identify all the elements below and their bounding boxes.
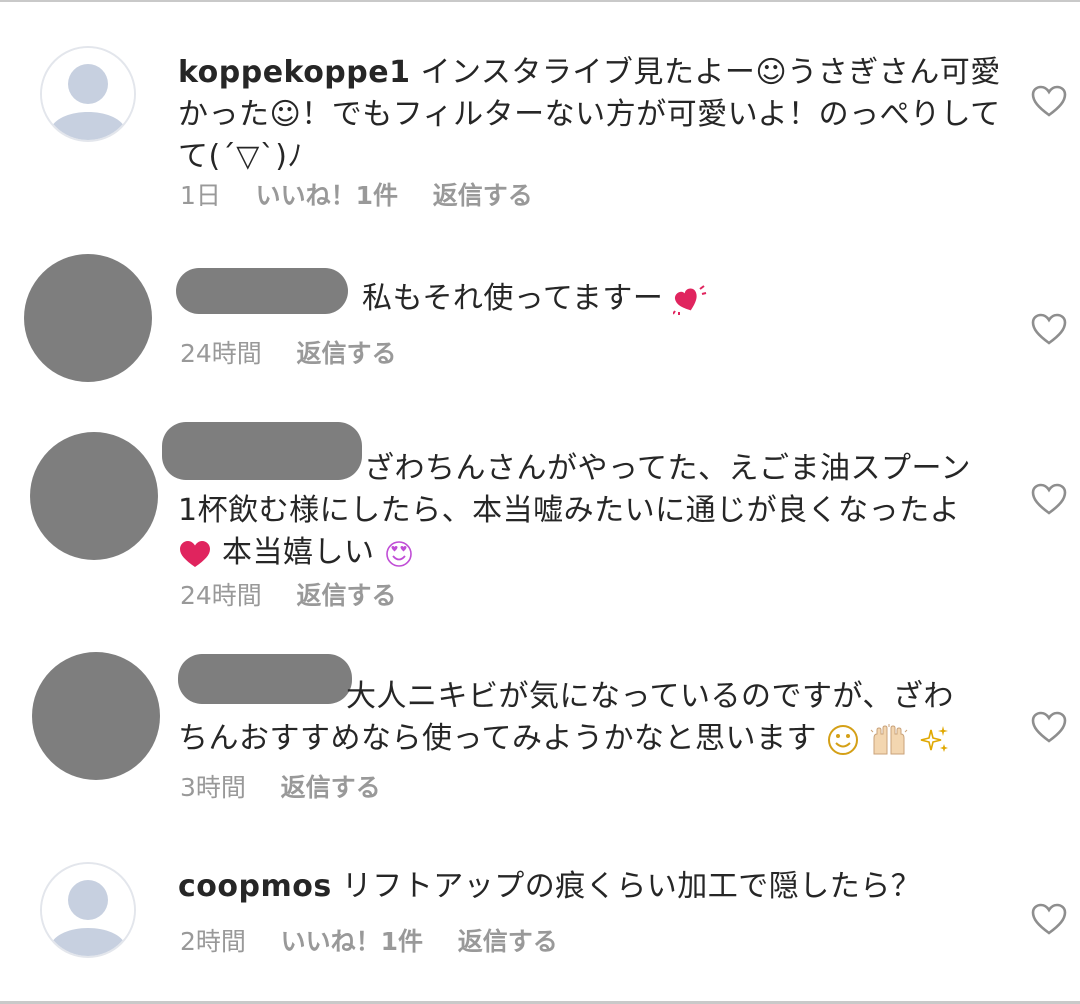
comment-time: 1日 bbox=[180, 181, 221, 210]
default-avatar-icon bbox=[42, 48, 134, 140]
likes-count-link[interactable]: いいね！1件 bbox=[256, 181, 398, 210]
comment-time: 24時間 bbox=[180, 581, 262, 610]
comment-meta: 2時間 いいね！1件 返信する bbox=[180, 922, 584, 958]
comment-time: 24時間 bbox=[180, 339, 262, 368]
comment-item: ざわちんさんがやってた、えごま油スプーン 1杯飲む様にしたら、本当嘘みたいに通じ… bbox=[0, 410, 1080, 630]
comment-username[interactable]: koppekoppe1 bbox=[178, 55, 410, 90]
reply-button[interactable]: 返信する bbox=[458, 927, 558, 956]
heart-with-sparkle-icon bbox=[673, 284, 707, 315]
like-heart-icon[interactable] bbox=[1030, 902, 1068, 936]
comment-meta: 1日 いいね！1件 返信する bbox=[180, 176, 559, 212]
comment-text-line: 大人ニキビが気になっているのですが、ざわ bbox=[346, 679, 954, 714]
like-heart-icon[interactable] bbox=[1030, 710, 1068, 744]
red-heart-icon bbox=[180, 540, 210, 567]
avatar[interactable] bbox=[24, 254, 152, 382]
smiley-face-icon bbox=[828, 724, 859, 755]
comment-body: 私もそれ使ってますー bbox=[362, 278, 962, 320]
like-heart-icon[interactable] bbox=[1030, 312, 1068, 346]
reply-button[interactable]: 返信する bbox=[297, 581, 397, 610]
comment-body: coopmos リフトアップの痕くらい加工で隠したら？ bbox=[178, 866, 1008, 908]
comment-item: 大人ニキビが気になっているのですが、ざわ ちんおすすめなら使ってみようかなと思い… bbox=[0, 630, 1080, 850]
reply-button[interactable]: 返信する bbox=[297, 339, 397, 368]
avatar[interactable] bbox=[40, 862, 136, 958]
comment-body: koppekoppe1 インスタライブ見たよー☺うさぎさん可愛かった☺！でもフィ… bbox=[178, 52, 1008, 178]
heart-eyes-face-icon bbox=[385, 540, 412, 567]
reply-button[interactable]: 返信する bbox=[281, 773, 381, 802]
redacted-username bbox=[176, 268, 348, 314]
comment-body: 大人ニキビが気になっているのですが、ざわ ちんおすすめなら使ってみようかなと思い… bbox=[178, 676, 1008, 760]
default-avatar-icon bbox=[42, 864, 134, 956]
comment-text-line: 本当嬉しい bbox=[222, 535, 375, 570]
comment-meta: 24時間 返信する bbox=[180, 334, 423, 370]
comment-item: coopmos リフトアップの痕くらい加工で隠したら？ 2時間 いいね！1件 返… bbox=[0, 850, 1080, 1000]
comment-text: リフトアップの痕くらい加工で隠したら？ bbox=[341, 869, 922, 904]
comment-text-line: ざわちんさんがやってた、えごま油スプーン bbox=[364, 451, 971, 486]
comment-text: 私もそれ使ってますー bbox=[362, 281, 664, 316]
avatar[interactable] bbox=[40, 46, 136, 142]
avatar[interactable] bbox=[30, 432, 158, 560]
sparkles-icon bbox=[920, 725, 949, 752]
comment-item: 私もそれ使ってますー 24時間 返信する bbox=[0, 240, 1080, 410]
comment-text-line-wrap: ちんおすすめなら使ってみようかなと思います bbox=[178, 718, 1008, 760]
comment-meta: 24時間 返信する bbox=[180, 576, 423, 612]
like-heart-icon[interactable] bbox=[1030, 84, 1068, 118]
comment-text-line: 1杯飲む様にしたら、本当嘘みたいに通じが良くなったよ bbox=[178, 493, 961, 528]
reply-button[interactable]: 返信する bbox=[433, 181, 533, 210]
like-heart-icon[interactable] bbox=[1030, 482, 1068, 516]
avatar[interactable] bbox=[32, 652, 160, 780]
comment-time: 2時間 bbox=[180, 927, 246, 956]
raised-hands-icon bbox=[870, 723, 908, 754]
comment-text-line-wrap: 本当嬉しい bbox=[178, 532, 1008, 574]
comment-time: 3時間 bbox=[180, 773, 246, 802]
comment-meta: 3時間 返信する bbox=[180, 768, 407, 804]
comment-username[interactable]: coopmos bbox=[178, 869, 332, 904]
comment-body: ざわちんさんがやってた、えごま油スプーン 1杯飲む様にしたら、本当嘘みたいに通じ… bbox=[178, 448, 1008, 574]
likes-count-link[interactable]: いいね！1件 bbox=[281, 927, 423, 956]
comment-text-line: ちんおすすめなら使ってみようかなと思います bbox=[178, 721, 817, 756]
comment-item: koppekoppe1 インスタライブ見たよー☺うさぎさん可愛かった☺！でもフィ… bbox=[0, 0, 1080, 240]
